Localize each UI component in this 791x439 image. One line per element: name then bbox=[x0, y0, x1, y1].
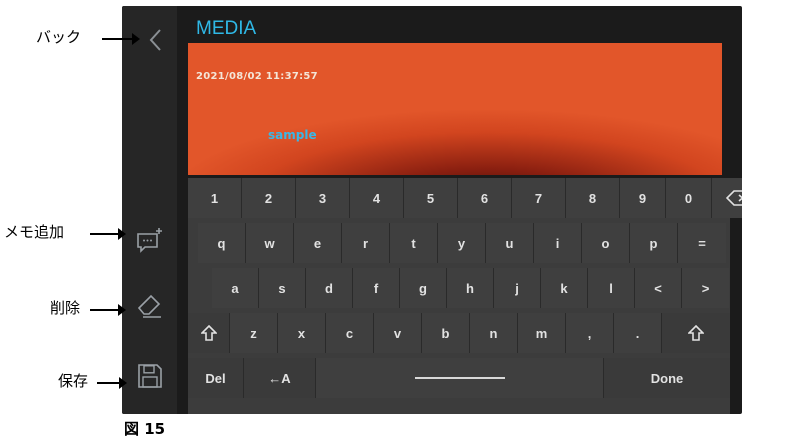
key-3[interactable]: 3 bbox=[296, 178, 350, 218]
backspace-icon bbox=[726, 190, 742, 206]
figure-caption: 図 15 bbox=[124, 420, 166, 438]
key-h[interactable]: h bbox=[447, 268, 494, 308]
key-o[interactable]: o bbox=[582, 223, 630, 263]
key-q[interactable]: q bbox=[198, 223, 246, 263]
keyboard-row-qwerty: q w e r t y u i o p = bbox=[198, 223, 726, 263]
key-i[interactable]: i bbox=[534, 223, 582, 263]
key-e[interactable]: e bbox=[294, 223, 342, 263]
key-greater-than[interactable]: > bbox=[682, 268, 729, 308]
callout-add-memo-arrow bbox=[90, 228, 126, 240]
key-6[interactable]: 6 bbox=[458, 178, 512, 218]
key-2[interactable]: 2 bbox=[242, 178, 296, 218]
key-f[interactable]: f bbox=[353, 268, 400, 308]
key-m[interactable]: m bbox=[518, 313, 566, 353]
media-preview: 2021/08/02 11:37:57 sample bbox=[188, 43, 722, 175]
key-4[interactable]: 4 bbox=[350, 178, 404, 218]
key-comma[interactable]: , bbox=[566, 313, 614, 353]
key-r[interactable]: r bbox=[342, 223, 390, 263]
shift-left-key[interactable] bbox=[188, 313, 230, 353]
key-d[interactable]: d bbox=[306, 268, 353, 308]
on-screen-keyboard: 1 2 3 4 5 6 7 8 9 0 q w e r t y u i o p … bbox=[188, 178, 742, 414]
key-l[interactable]: l bbox=[588, 268, 635, 308]
caps-key[interactable]: ←A bbox=[244, 358, 316, 398]
key-8[interactable]: 8 bbox=[566, 178, 620, 218]
memo-text[interactable]: sample bbox=[268, 128, 317, 142]
key-5[interactable]: 5 bbox=[404, 178, 458, 218]
callout-save: 保存 bbox=[58, 372, 89, 390]
space-bar[interactable] bbox=[316, 358, 604, 398]
key-w[interactable]: w bbox=[246, 223, 294, 263]
side-toolbar bbox=[122, 6, 177, 414]
key-b[interactable]: b bbox=[422, 313, 470, 353]
backspace-key[interactable] bbox=[712, 178, 742, 218]
keyboard-row-zxcv: z x c v b n m , . bbox=[188, 313, 730, 353]
key-u[interactable]: u bbox=[486, 223, 534, 263]
delete-key[interactable]: Del bbox=[188, 358, 244, 398]
key-c[interactable]: c bbox=[326, 313, 374, 353]
shift-icon bbox=[688, 325, 704, 341]
device-screen: MEDIA 2021/08/02 11:37:57 sample 1 2 3 4… bbox=[122, 6, 742, 414]
key-v[interactable]: v bbox=[374, 313, 422, 353]
key-j[interactable]: j bbox=[494, 268, 541, 308]
shift-icon bbox=[200, 325, 217, 341]
key-9[interactable]: 9 bbox=[620, 178, 666, 218]
key-k[interactable]: k bbox=[541, 268, 588, 308]
save-disk-icon[interactable] bbox=[135, 361, 165, 391]
key-z[interactable]: z bbox=[230, 313, 278, 353]
key-t[interactable]: t bbox=[390, 223, 438, 263]
key-s[interactable]: s bbox=[259, 268, 306, 308]
eraser-icon[interactable] bbox=[134, 289, 166, 321]
key-n[interactable]: n bbox=[470, 313, 518, 353]
key-1[interactable]: 1 bbox=[188, 178, 242, 218]
callout-delete: 削除 bbox=[50, 299, 81, 317]
key-less-than[interactable]: < bbox=[635, 268, 682, 308]
callout-save-arrow bbox=[97, 377, 127, 389]
back-chevron-icon[interactable] bbox=[142, 26, 170, 54]
shift-right-key[interactable] bbox=[662, 313, 730, 353]
screen-title: MEDIA bbox=[196, 18, 257, 39]
key-a[interactable]: a bbox=[212, 268, 259, 308]
keyboard-row-asdf: a s d f g h j k l < > bbox=[212, 268, 729, 308]
key-0[interactable]: 0 bbox=[666, 178, 712, 218]
callout-back-arrow bbox=[102, 33, 140, 45]
capture-timestamp: 2021/08/02 11:37:57 bbox=[196, 71, 318, 82]
key-g[interactable]: g bbox=[400, 268, 447, 308]
key-p[interactable]: p bbox=[630, 223, 678, 263]
callout-add-memo: メモ追加 bbox=[4, 223, 65, 241]
callout-back: バック bbox=[36, 28, 82, 46]
key-x[interactable]: x bbox=[278, 313, 326, 353]
keyboard-row-numbers: 1 2 3 4 5 6 7 8 9 0 bbox=[188, 178, 742, 218]
done-key[interactable]: Done bbox=[604, 358, 730, 398]
key-equals[interactable]: = bbox=[678, 223, 726, 263]
callout-delete-arrow bbox=[90, 304, 126, 316]
key-y[interactable]: y bbox=[438, 223, 486, 263]
keyboard-row-bottom: Del ←A Done bbox=[188, 358, 730, 398]
key-7[interactable]: 7 bbox=[512, 178, 566, 218]
add-memo-icon[interactable] bbox=[134, 224, 166, 256]
key-period[interactable]: . bbox=[614, 313, 662, 353]
